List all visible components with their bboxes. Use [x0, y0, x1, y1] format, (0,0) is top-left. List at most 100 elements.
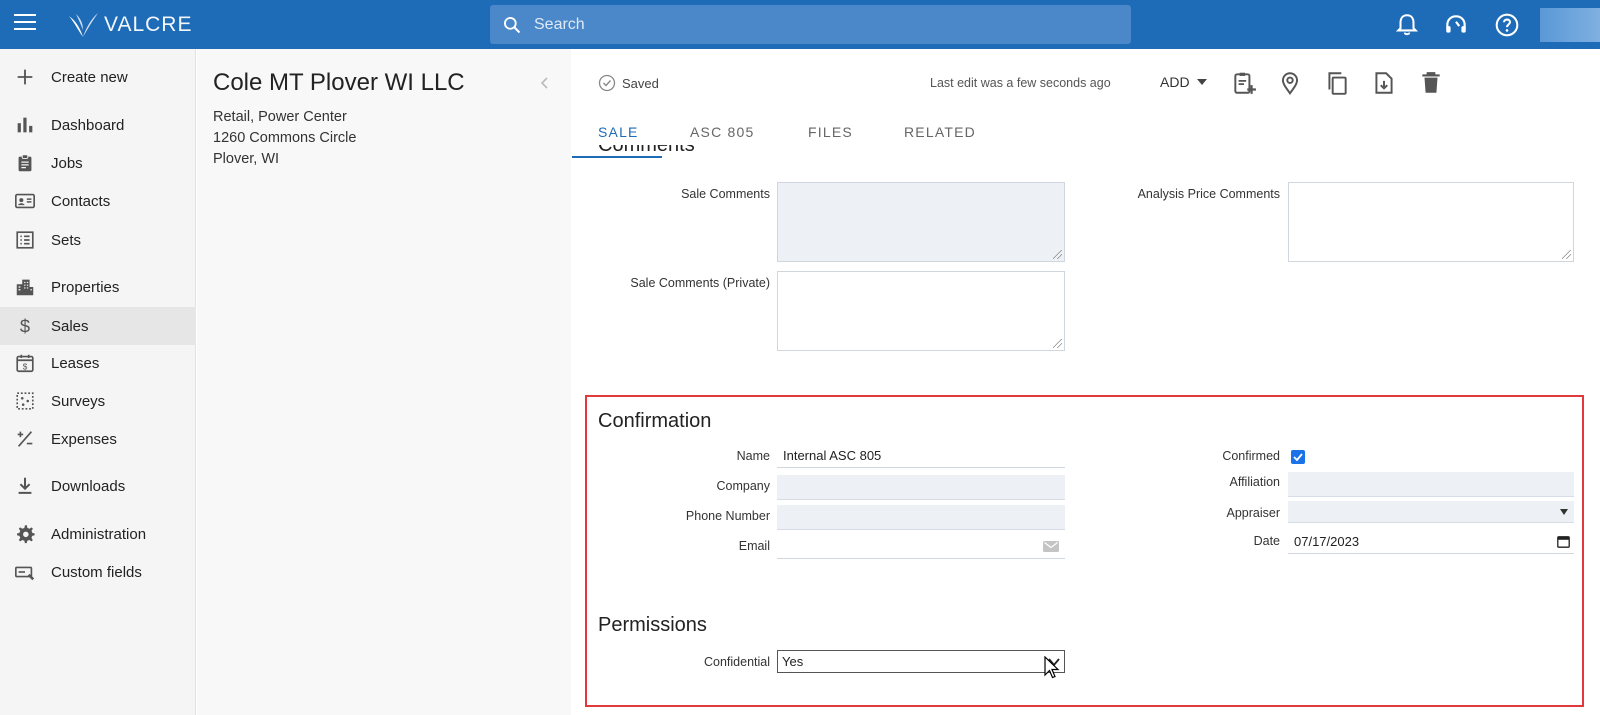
email-label: Email	[738, 539, 770, 553]
sale-comments-private-label: Sale Comments (Private)	[630, 276, 770, 290]
clipboard-icon	[18, 154, 32, 172]
sidebar-item-dashboard[interactable]: Dashboard	[0, 106, 196, 144]
brand-name: VALCRE	[104, 13, 193, 36]
sidebar-item-downloads[interactable]: Downloads	[0, 467, 196, 505]
sidebar-item-create-new[interactable]: Create new	[0, 58, 196, 96]
sidebar-item-label: Dashboard	[51, 116, 125, 134]
name-field[interactable]: Internal ASC 805	[777, 443, 1065, 468]
resize-grip-icon[interactable]	[1053, 250, 1062, 259]
resize-grip-icon[interactable]	[1562, 250, 1571, 259]
map-pin-icon[interactable]	[1277, 70, 1303, 96]
email-field[interactable]	[777, 534, 1065, 559]
resize-grip-icon[interactable]	[1053, 339, 1062, 348]
sidebar-item-label: Downloads	[51, 477, 126, 495]
trash-icon[interactable]	[1418, 70, 1444, 96]
check-circle-icon	[598, 74, 616, 92]
plus-icon	[17, 69, 33, 85]
confidential-value: Yes	[782, 654, 804, 669]
sidebar-item-label: Surveys	[51, 392, 106, 410]
email-icon	[1043, 541, 1059, 552]
property-address: 1260 Commons Circle	[213, 130, 357, 146]
save-status: Saved	[598, 74, 659, 92]
sidebar-item-label: Create new	[51, 68, 128, 86]
svg-text:$: $	[23, 362, 28, 371]
sidebar-item-label: Sales	[51, 317, 89, 335]
bar-chart-icon	[17, 117, 33, 133]
comments-heading: Comments	[598, 145, 695, 156]
date-label: Date	[1253, 534, 1280, 548]
confirmation-heading: Confirmation	[598, 410, 712, 432]
sale-comments-private-textarea[interactable]	[777, 271, 1065, 351]
sale-comments-textarea[interactable]	[777, 182, 1065, 262]
sidebar-item-leases[interactable]: $ Leases	[0, 344, 196, 382]
sidebar-item-label: Custom fields	[51, 563, 142, 581]
sidebar-item-contacts[interactable]: Contacts	[0, 182, 196, 220]
survey-icon	[16, 392, 34, 410]
appraiser-select[interactable]	[1288, 501, 1574, 523]
hamburger-menu-icon[interactable]	[14, 14, 36, 34]
custom-field-icon	[15, 566, 35, 581]
tab-related[interactable]: RELATED	[904, 124, 976, 140]
sidebar-item-label: Leases	[51, 354, 100, 372]
phone-number-field[interactable]	[777, 505, 1065, 530]
tab-sale[interactable]: SALE	[598, 124, 639, 140]
save-status-text: Saved	[622, 75, 659, 91]
search-bar[interactable]	[490, 5, 1131, 44]
export-file-icon[interactable]	[1371, 70, 1397, 96]
date-field[interactable]: 07/17/2023	[1288, 529, 1574, 554]
user-avatar[interactable]	[1540, 8, 1600, 42]
affiliation-label: Affiliation	[1229, 475, 1281, 489]
sale-comments-label: Sale Comments	[681, 187, 770, 201]
sidebar-item-sales[interactable]: $ Sales	[0, 307, 196, 345]
property-panel: Cole MT Plover WI LLC Retail, Power Cent…	[197, 49, 571, 715]
phone-number-label: Phone Number	[685, 509, 770, 523]
affiliation-field[interactable]	[1288, 472, 1574, 497]
add-label: ADD	[1160, 74, 1190, 90]
dollar-icon: $	[20, 315, 30, 336]
mouse-cursor-icon	[1044, 656, 1060, 679]
company-field[interactable]	[777, 475, 1065, 500]
list-icon	[16, 231, 34, 249]
tab-files[interactable]: FILES	[808, 124, 853, 140]
add-dropdown-button[interactable]: ADD	[1160, 74, 1207, 90]
valcre-logo-icon	[69, 13, 98, 37]
notification-bell-icon[interactable]	[1394, 12, 1420, 38]
name-label: Name	[736, 449, 770, 463]
confidential-label: Confidential	[703, 655, 770, 669]
sidebar-item-properties[interactable]: Properties	[0, 268, 196, 306]
add-note-icon[interactable]	[1231, 70, 1257, 96]
calendar-dollar-icon: $	[16, 354, 34, 373]
plus-minus-icon	[17, 431, 33, 447]
sidebar-item-surveys[interactable]: Surveys	[0, 382, 196, 420]
checkmark-icon	[1293, 453, 1303, 462]
copy-icon[interactable]	[1324, 70, 1350, 96]
search-input[interactable]	[534, 15, 1094, 34]
sidebar-item-custom-fields[interactable]: Custom fields	[0, 553, 196, 591]
support-headset-icon[interactable]	[1443, 12, 1469, 38]
sidebar-item-label: Expenses	[51, 430, 117, 448]
building-icon	[16, 279, 34, 296]
sidebar-item-jobs[interactable]: Jobs	[0, 144, 196, 182]
confirmed-checkbox[interactable]	[1291, 450, 1305, 464]
gear-icon	[17, 525, 35, 544]
help-icon[interactable]	[1494, 12, 1520, 38]
chevron-left-icon[interactable]	[537, 75, 553, 91]
caret-down-icon	[1560, 509, 1568, 515]
sidebar-item-label: Administration	[51, 525, 147, 543]
sidebar-item-label: Contacts	[51, 192, 111, 210]
sidebar: Create new Dashboard Jobs Contacts Sets …	[0, 49, 196, 715]
caret-down-icon	[1196, 79, 1207, 85]
calendar-icon[interactable]	[1557, 535, 1570, 548]
search-icon	[504, 16, 521, 33]
analysis-price-comments-label: Analysis Price Comments	[1137, 187, 1280, 201]
analysis-price-comments-textarea[interactable]	[1288, 182, 1574, 262]
valcre-logo[interactable]: VALCRE	[66, 9, 192, 41]
svg-text:$: $	[20, 315, 30, 336]
sidebar-item-administration[interactable]: Administration	[0, 515, 196, 553]
appraiser-label: Appraiser	[1226, 506, 1281, 520]
sidebar-item-expenses[interactable]: Expenses	[0, 420, 196, 458]
confidential-select[interactable]: Yes	[777, 650, 1065, 673]
sidebar-item-sets[interactable]: Sets	[0, 221, 196, 259]
tab-asc-805[interactable]: ASC 805	[690, 124, 754, 140]
last-edit-text: Last edit was a few seconds ago	[930, 76, 1111, 90]
